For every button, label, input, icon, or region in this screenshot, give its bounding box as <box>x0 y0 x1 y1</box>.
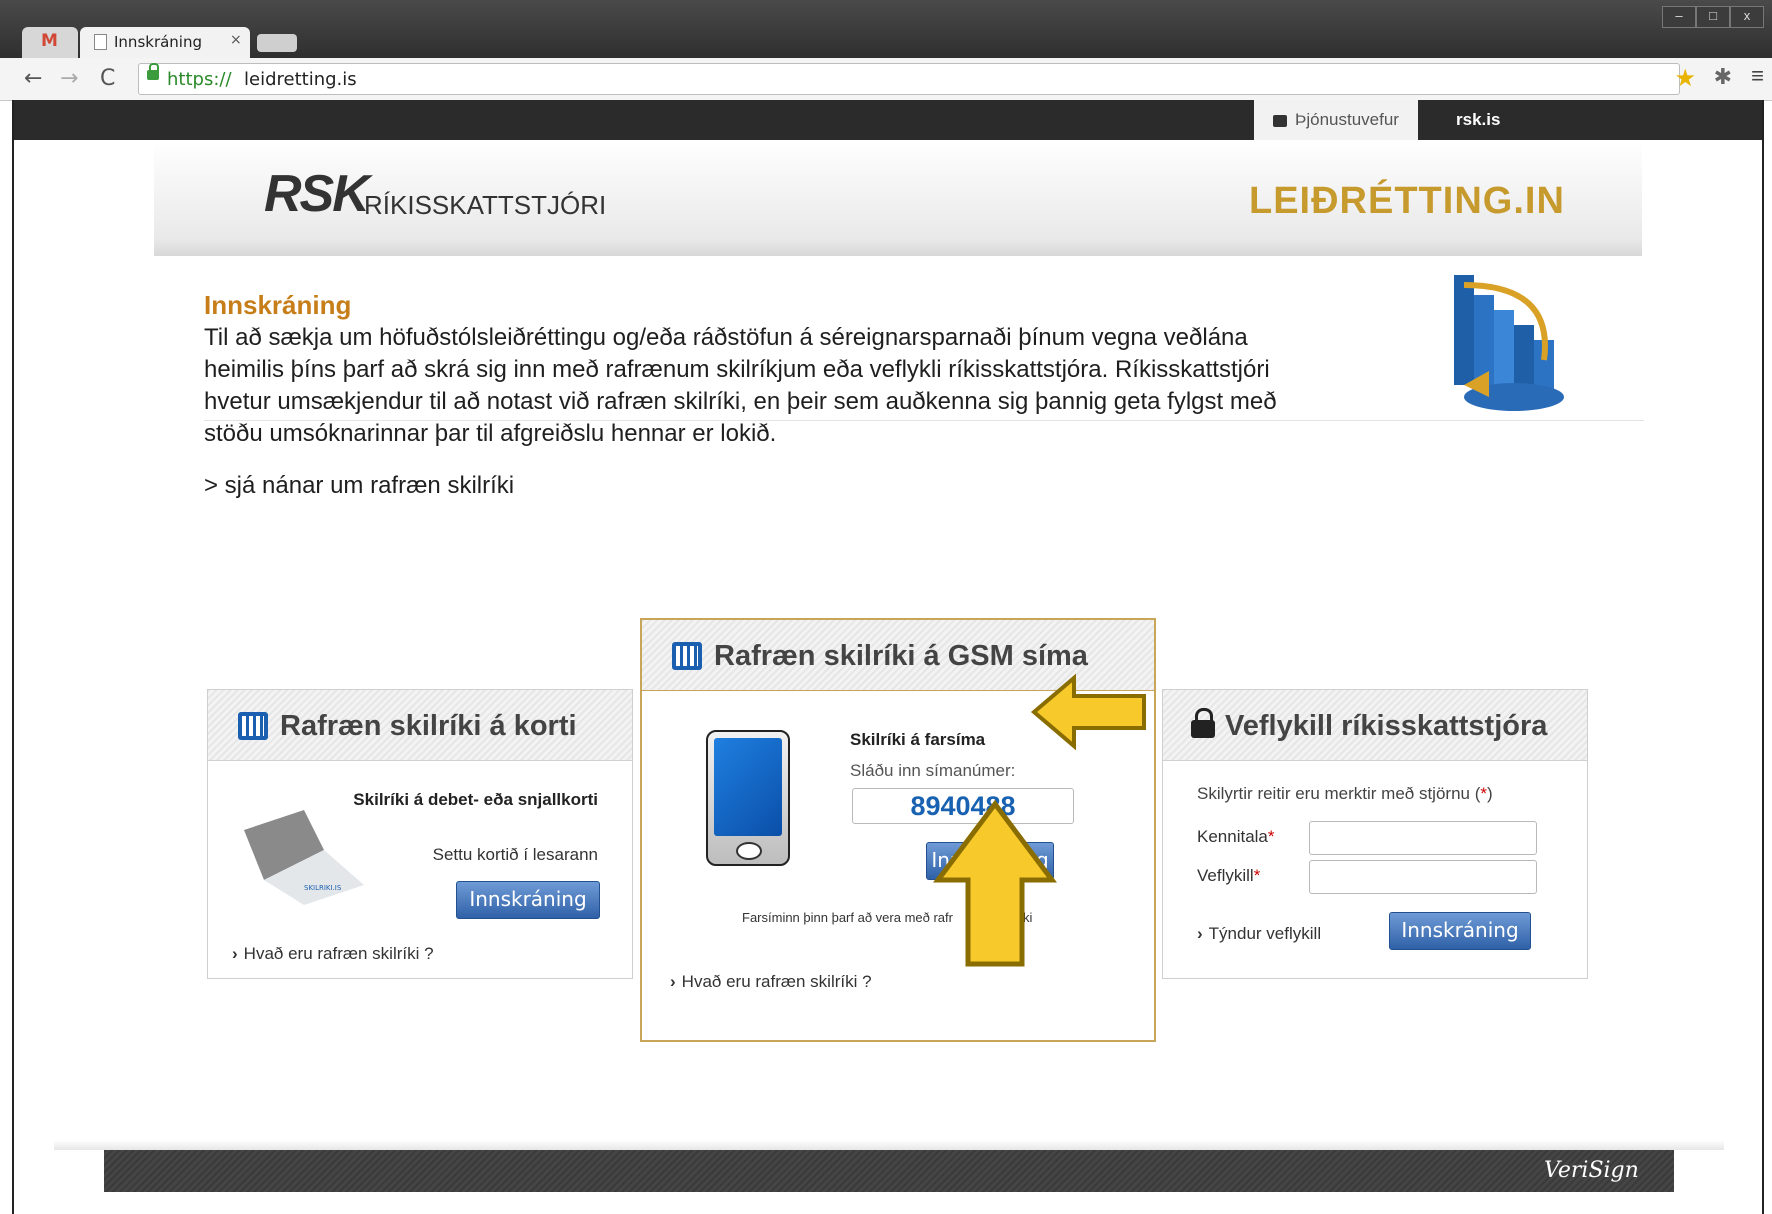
required-note-text: Skilyrtir reitir eru merktir með stjörnu… <box>1197 784 1481 803</box>
chevron-right-icon: › <box>670 972 676 991</box>
reload-icon[interactable]: C <box>100 66 115 91</box>
panel-title: Rafræn skilríki á GSM síma <box>714 640 1088 672</box>
verisign-logo[interactable]: VeriSign <box>1544 1158 1639 1183</box>
annotation-arrow-up-icon <box>933 800 1057 967</box>
panel-title: Rafræn skilríki á korti <box>280 710 577 742</box>
veflykill-label: Veflykill* <box>1197 866 1260 886</box>
close-window-button[interactable]: x <box>1730 6 1764 28</box>
lock-icon <box>1273 114 1288 127</box>
tab-gmail[interactable]: M <box>22 27 78 58</box>
required-close: ) <box>1487 784 1493 803</box>
maximize-button[interactable]: □ <box>1696 6 1730 28</box>
page: Þjónustuvefur rsk.is RSK RÍKISSKATTSTJÓR… <box>12 100 1764 1214</box>
card-info-link[interactable]: › Hvað eru rafræn skilríki ? <box>232 944 434 964</box>
new-tab-button[interactable] <box>257 34 297 52</box>
panel-header: Rafræn skilríki á korti <box>208 690 632 761</box>
footer <box>104 1150 1674 1192</box>
footer-shadow <box>54 1140 1724 1150</box>
lost-key-link[interactable]: › Týndur veflykill <box>1197 924 1321 944</box>
tab-close-icon[interactable]: × <box>230 32 242 48</box>
panel-header: Veflykill ríkisskattstjóra <box>1163 690 1587 761</box>
url-host: leidretting.is <box>244 69 357 90</box>
lock-icon <box>147 63 159 80</box>
more-info-link[interactable]: > sjá nánar um rafræn skilríki <box>204 472 514 500</box>
card-subtitle: Skilríki á debet- eða snjallkorti <box>353 790 598 809</box>
page-icon <box>94 34 107 50</box>
service-portal-link[interactable]: Þjónustuvefur <box>1254 100 1418 140</box>
veflykill-star: * <box>1253 866 1261 885</box>
required-star: * <box>1480 784 1487 803</box>
chevron-right-icon: › <box>232 944 238 963</box>
veflykill-label-text: Veflykill <box>1197 866 1254 885</box>
card-instruction: Settu kortið í lesarann <box>432 845 598 864</box>
gsm-info-label: Hvað eru rafræn skilríki ? <box>681 972 872 991</box>
rsk-link[interactable]: rsk.is <box>1456 100 1500 140</box>
divider <box>204 420 1644 421</box>
annotation-arrow-left-icon <box>1030 673 1146 751</box>
card-reader-image: SKILRIKI.IS <box>244 810 364 905</box>
required-note: Skilyrtir reitir eru merktir með stjörnu… <box>1197 784 1493 804</box>
veflykill-input[interactable] <box>1309 860 1537 894</box>
phone-screen <box>714 738 782 836</box>
menu-icon[interactable]: ≡ <box>1751 63 1764 89</box>
padlock-icon <box>1191 708 1215 738</box>
phone-home-button <box>736 842 762 860</box>
webkey-login-button[interactable]: Innskráning <box>1389 912 1531 950</box>
card-login-button[interactable]: Innskráning <box>456 881 600 919</box>
gsm-info-link[interactable]: › Hvað eru rafræn skilríki ? <box>670 972 872 992</box>
svg-text:SKILRIKI.IS: SKILRIKI.IS <box>304 884 342 892</box>
mobile-phone-image <box>706 730 790 866</box>
gmail-icon: M <box>41 31 58 51</box>
chevron-right-icon: › <box>1197 924 1203 943</box>
extension-icon[interactable]: ✱ <box>1714 64 1732 90</box>
browser-toolbar: ← → C https:// leidretting.is ★ ✱ ≡ <box>0 58 1772 101</box>
gsm-note-text: Farsíminn þinn þarf að vera með rafr <box>742 910 953 925</box>
kennitala-input[interactable] <box>1309 821 1537 855</box>
browser-titlebar: M Innskráning × – □ x <box>0 0 1772 58</box>
grid-icon <box>672 642 702 670</box>
tab-innskraning[interactable]: Innskráning × <box>80 27 250 58</box>
minimize-button[interactable]: – <box>1662 6 1696 28</box>
gsm-subtitle: Skilríki á farsíma <box>850 730 986 749</box>
forward-arrow-icon[interactable]: → <box>60 66 78 91</box>
tab-title: Innskráning <box>114 33 203 51</box>
back-arrow-icon[interactable]: ← <box>24 66 42 91</box>
page-title: Innskráning <box>204 290 352 320</box>
webkey-login-panel: Veflykill ríkisskattstjóra Skilyrtir rei… <box>1162 689 1588 979</box>
card-info-label: Hvað eru rafræn skilríki ? <box>243 944 434 963</box>
top-navbar: Þjónustuvefur rsk.is <box>14 100 1762 140</box>
window-controls: – □ x <box>1662 6 1764 28</box>
url-scheme: https:// <box>167 69 232 90</box>
grid-icon <box>238 712 268 740</box>
kennitala-label: Kennitala* <box>1197 827 1275 847</box>
card-login-panel: Rafræn skilríki á korti Skilríki á debet… <box>207 689 633 979</box>
rsk-subtitle: RÍKISSKATTSTJÓRI <box>364 190 607 220</box>
leidretting-logo[interactable]: LEIÐRÉTTING.IN <box>1249 180 1565 223</box>
star-icon[interactable]: ★ <box>1674 64 1696 93</box>
panel-title: Veflykill ríkisskattstjóra <box>1225 710 1548 742</box>
intro-text: Til að sækja um höfuðstólsleiðréttingu o… <box>204 324 1277 447</box>
service-portal-label: Þjónustuvefur <box>1295 110 1399 129</box>
rsk-logo[interactable]: RSK <box>264 164 370 224</box>
phone-input-label: Sláðu inn símanúmer: <box>850 761 1016 780</box>
address-bar[interactable]: https:// leidretting.is <box>138 63 1680 95</box>
bar-chart-icon <box>1454 275 1564 411</box>
kennitala-star: * <box>1267 827 1275 846</box>
lost-key-label: Týndur veflykill <box>1208 924 1322 943</box>
kennitala-label-text: Kennitala <box>1197 827 1268 846</box>
